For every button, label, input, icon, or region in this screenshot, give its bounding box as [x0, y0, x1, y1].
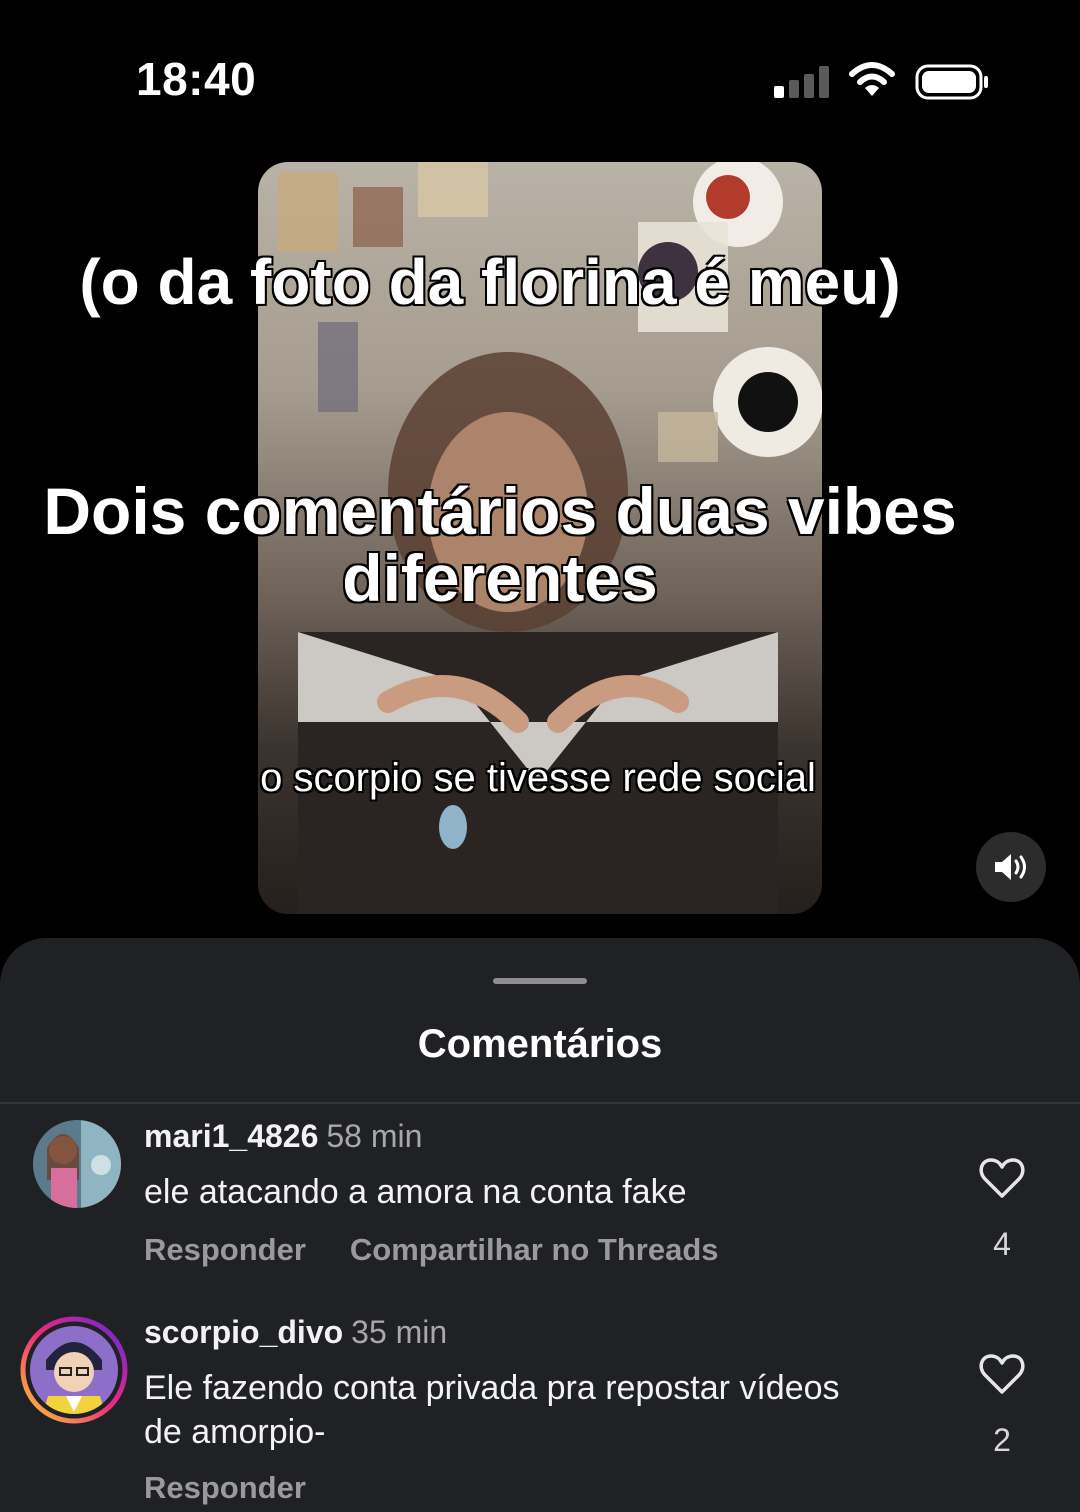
divider [0, 1102, 1080, 1104]
cellular-signal-icon [774, 66, 830, 98]
comment-username-text[interactable]: scorpio_divo [144, 1314, 343, 1350]
wifi-icon [849, 62, 895, 96]
comment-actions: Responder [144, 1470, 306, 1506]
video-subtitle: o scorpio se tivesse rede social [260, 756, 816, 800]
like-count: 2 [993, 1422, 1011, 1458]
status-bar: 18:40 [0, 0, 1080, 150]
comment-username[interactable]: scorpio_divo 35 min [144, 1314, 447, 1351]
comment-time: 58 min [326, 1118, 423, 1154]
comment-actions: Responder Compartilhar no Threads [144, 1232, 719, 1268]
video-caption-top: (o da foto da florina é meu) [79, 246, 901, 318]
heart-icon[interactable] [978, 1156, 1026, 1200]
comment-text: Ele fazendo conta privada pra repostar v… [144, 1369, 840, 1451]
comments-title: Comentários [417, 1022, 663, 1066]
reply-button[interactable]: Responder [144, 1232, 306, 1267]
video-caption-main: Dois comentários duas vibes diferentes [43, 474, 957, 616]
like-count: 4 [993, 1226, 1011, 1262]
comment-username-text[interactable]: mari1_4826 [144, 1118, 318, 1154]
status-time: 18:40 [136, 53, 257, 105]
speaker-icon [995, 854, 1026, 880]
sheet-drag-handle[interactable] [493, 978, 587, 984]
heart-icon[interactable] [978, 1352, 1026, 1396]
avatar[interactable] [33, 1120, 121, 1208]
avatar[interactable] [20, 1316, 128, 1424]
comment-time: 35 min [351, 1314, 448, 1350]
comment-username[interactable]: mari1_4826 58 min [144, 1118, 422, 1155]
comments-sheet: Comentários mari1_4826 58 min ele atacand… [0, 938, 1080, 1512]
reply-button[interactable]: Responder [144, 1470, 306, 1505]
comment-text: ele atacando a amora na conta fake [144, 1173, 687, 1211]
battery-icon [915, 64, 988, 100]
sound-toggle-button[interactable] [976, 832, 1046, 902]
share-threads-button[interactable]: Compartilhar no Threads [350, 1232, 719, 1267]
